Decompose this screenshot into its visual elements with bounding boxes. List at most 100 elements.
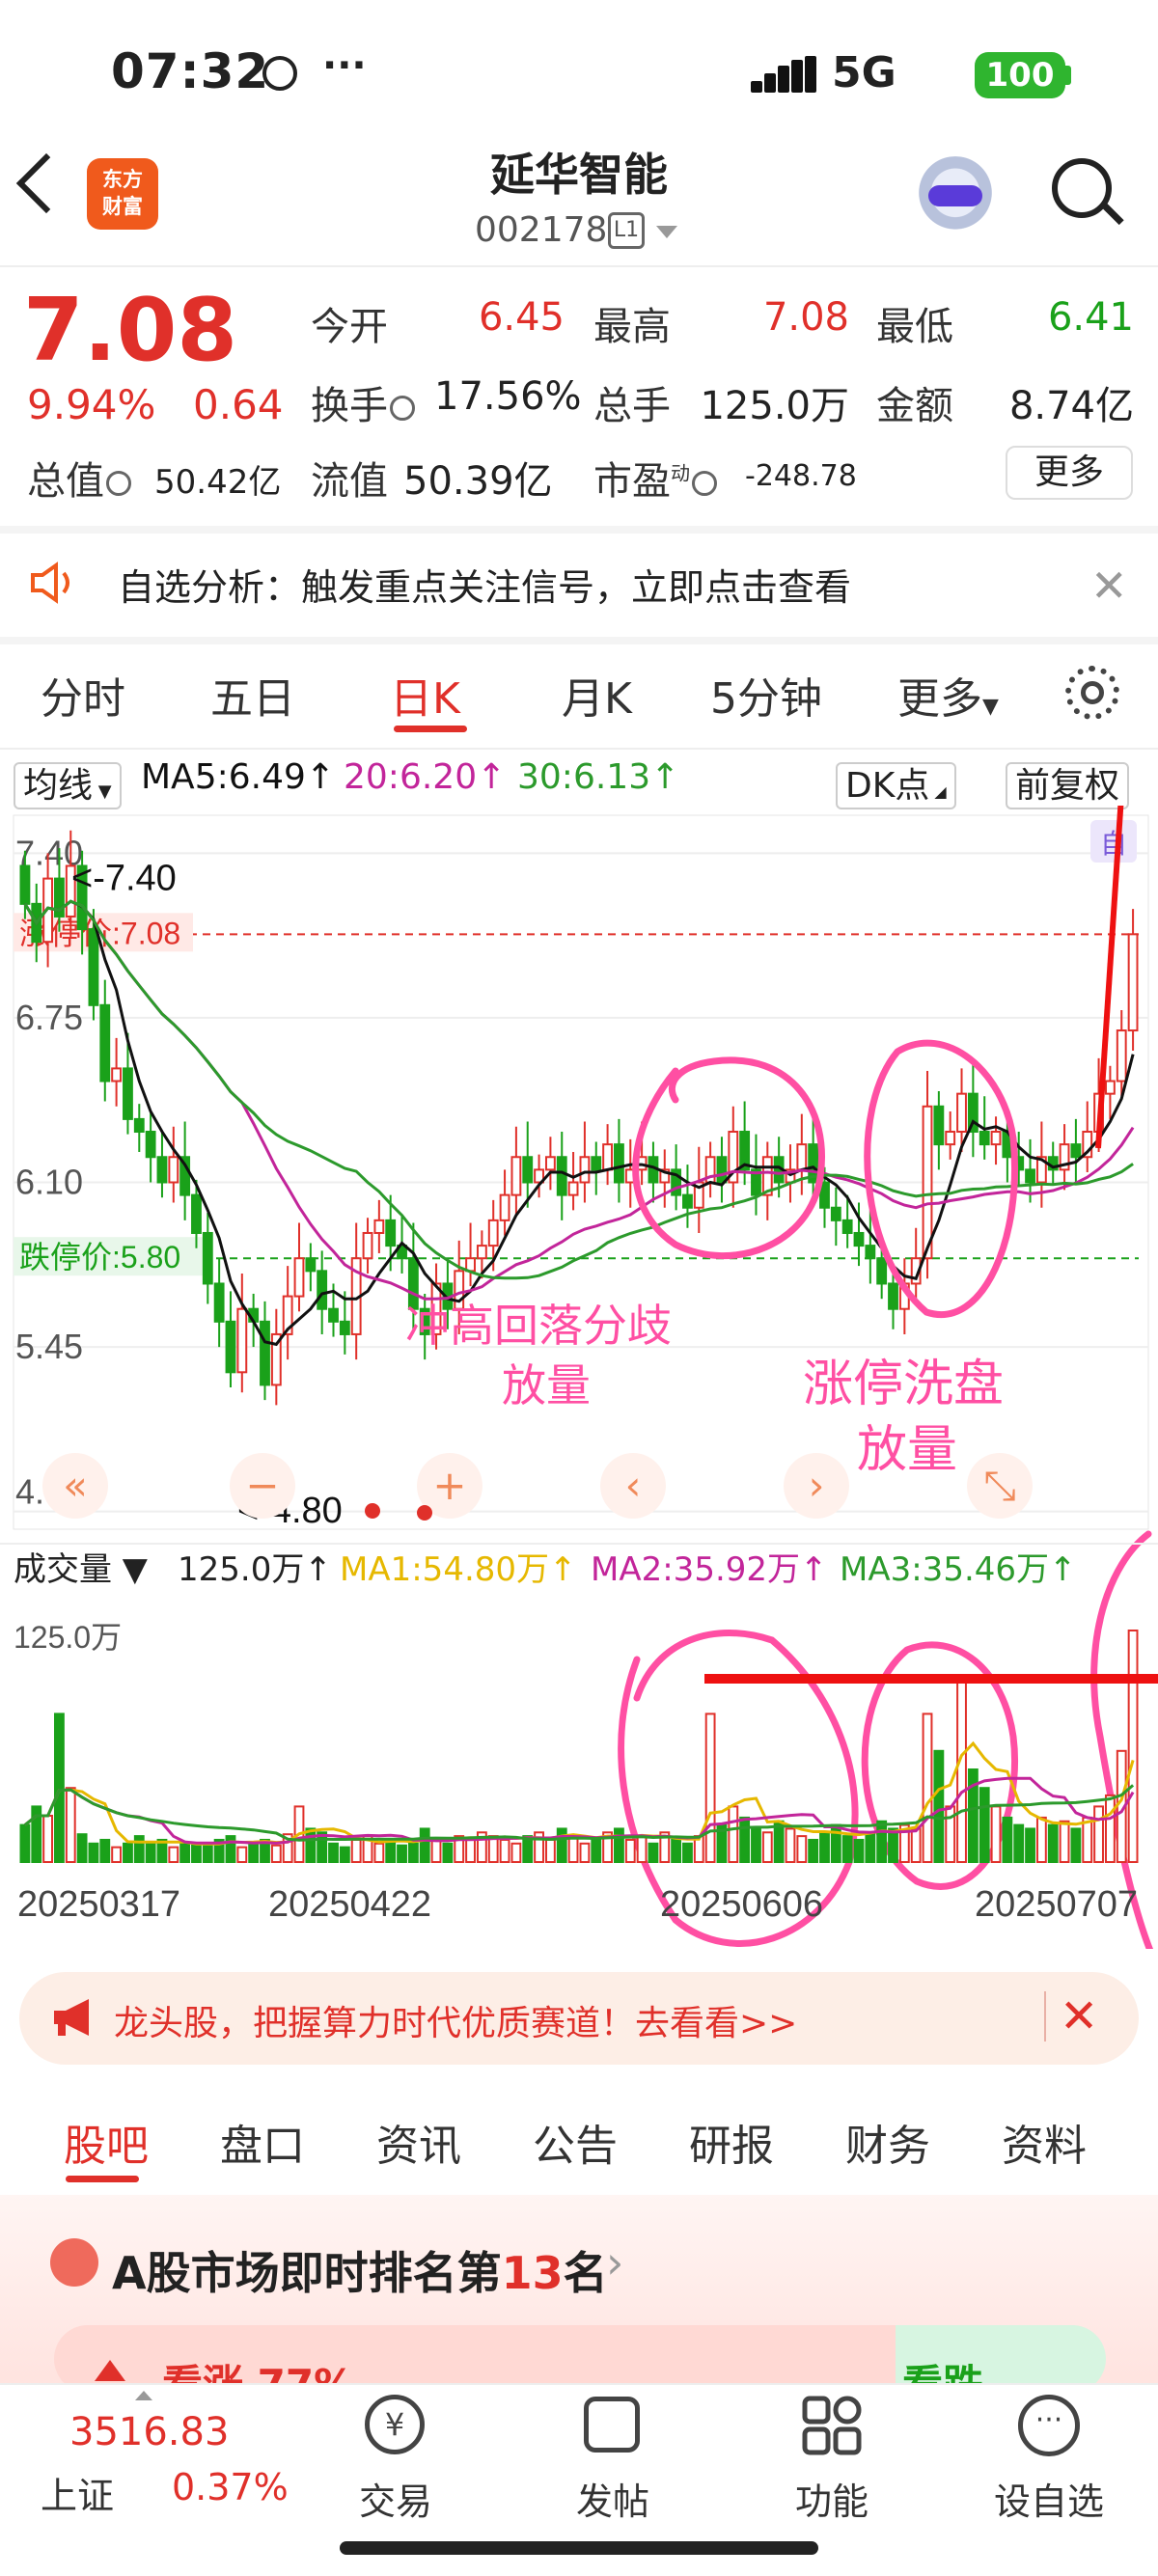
- caret-up-icon: [135, 2391, 152, 2400]
- promo-text[interactable]: 龙头股，把握算力时代优质赛道！去看看>>: [114, 1995, 797, 2045]
- nav-post[interactable]: 发帖: [536, 2472, 690, 2525]
- close-icon[interactable]: ✕: [1090, 560, 1128, 612]
- more-quote-button[interactable]: 更多: [1006, 446, 1133, 500]
- tab-five-day[interactable]: 五日: [210, 664, 295, 726]
- nav-trade[interactable]: 交易: [318, 2472, 473, 2525]
- info-icon[interactable]: [390, 396, 415, 421]
- tab-finance[interactable]: 财务: [845, 2111, 930, 2173]
- close-icon[interactable]: ✕: [1060, 1989, 1098, 2043]
- volume-bar: [350, 1838, 362, 1863]
- dk-point-toggle[interactable]: DK点 ◢: [836, 757, 956, 809]
- volume-bar: [614, 1827, 624, 1863]
- trade-icon[interactable]: ¥: [365, 2395, 425, 2454]
- tab-more[interactable]: 更多▼: [897, 664, 999, 726]
- back-icon[interactable]: [15, 152, 77, 214]
- tab-monthly[interactable]: 月K: [562, 664, 632, 726]
- zoom-out-icon[interactable]: −: [245, 1462, 279, 1509]
- volume-bar: [728, 1805, 739, 1864]
- tab-intraday[interactable]: 分时: [41, 664, 125, 726]
- candle-body: [602, 1143, 614, 1171]
- annotation-1-line1: 冲高回落分歧: [405, 1300, 672, 1352]
- volume-bar: [751, 1827, 761, 1863]
- volume-bar: [111, 1846, 123, 1864]
- nav-functions[interactable]: 功能: [755, 2472, 909, 2525]
- candle-body: [213, 1282, 225, 1323]
- info-icon[interactable]: [106, 471, 131, 496]
- tab-guba[interactable]: 股吧: [64, 2111, 149, 2173]
- vol-ma2: MA2:35.92万↑: [591, 1550, 828, 1589]
- active-tab-indicator: [394, 726, 467, 732]
- volume-bar: [933, 1749, 945, 1864]
- dot-marker: [365, 1503, 380, 1519]
- volume-bar: [1047, 1823, 1059, 1863]
- candle-body: [499, 1193, 510, 1221]
- grid-icon[interactable]: [801, 2395, 863, 2456]
- alert-text[interactable]: 自选分析：触发重点关注信号，立即点击查看: [118, 558, 851, 611]
- candle-body: [830, 1206, 841, 1221]
- candle-body: [373, 1219, 385, 1234]
- candle-body: [156, 1156, 168, 1184]
- zoom-in-icon[interactable]: +: [432, 1462, 466, 1509]
- volume-bar: [270, 1844, 282, 1863]
- candle-body: [876, 1257, 888, 1285]
- kline-chart[interactable]: 7.406.756.105.454.80涨停价:7.08跌停价:5.80<-7.…: [0, 806, 1158, 1949]
- prev-icon[interactable]: ‹: [625, 1462, 642, 1509]
- tab-profile[interactable]: 资料: [1002, 2111, 1087, 2173]
- tab-announcements[interactable]: 公告: [533, 2111, 618, 2173]
- candle-body: [510, 1156, 522, 1196]
- tab-orderbook[interactable]: 盘口: [220, 2111, 305, 2173]
- candle-body: [236, 1307, 248, 1374]
- fullscreen-icon[interactable]: ⤡: [983, 1462, 1016, 1509]
- current-price: 7.08: [23, 280, 238, 381]
- pe-label: 市盈动: [593, 450, 717, 506]
- tab-research[interactable]: 研报: [689, 2111, 774, 2173]
- next-icon[interactable]: ›: [809, 1462, 825, 1509]
- edit-icon[interactable]: [584, 2397, 640, 2453]
- info-icon[interactable]: [692, 471, 717, 496]
- tab-news[interactable]: 资讯: [376, 2111, 461, 2173]
- chevron-right-icon[interactable]: ›: [606, 2236, 623, 2288]
- volume-bar: [682, 1842, 693, 1864]
- indicator-selector[interactable]: 均线 ▼: [14, 757, 122, 809]
- candle-body: [796, 1143, 808, 1171]
- candle-body: [956, 1092, 967, 1134]
- chevron-down-icon[interactable]: [656, 226, 677, 238]
- volume-bar: [567, 1835, 579, 1863]
- battery-indicator: 100: [975, 52, 1065, 98]
- tab-5min[interactable]: 5分钟: [710, 664, 822, 726]
- dk-box[interactable]: DK点 ◢: [836, 762, 956, 809]
- level-badge[interactable]: L1: [608, 212, 645, 249]
- divider: [0, 265, 1158, 267]
- dot-marker: [417, 1505, 432, 1521]
- adjust-toggle[interactable]: 前复权: [1006, 757, 1130, 809]
- candle-body: [317, 1270, 328, 1310]
- turnover-label-text: 换手: [311, 384, 388, 428]
- nav-add-watchlist[interactable]: 设自选: [972, 2472, 1126, 2525]
- candle-body: [19, 864, 31, 905]
- volume-bar: [419, 1827, 430, 1863]
- volume-label: 总手: [593, 384, 671, 428]
- tab-daily[interactable]: 日K: [390, 664, 460, 726]
- index-change[interactable]: 0.37%: [172, 2466, 289, 2508]
- candle-body: [522, 1156, 534, 1184]
- index-name[interactable]: 上证: [41, 2466, 114, 2519]
- volume-bar: [133, 1835, 145, 1863]
- adjust-label[interactable]: 前复权: [1006, 762, 1130, 809]
- stock-code[interactable]: 002178: [475, 210, 607, 250]
- brand-logo[interactable]: 东方 财富: [87, 158, 158, 230]
- home-indicator: [340, 2541, 818, 2555]
- rank-text[interactable]: A股市场即时排名第13名: [112, 2238, 608, 2302]
- volume-bar: [236, 1846, 248, 1864]
- candle-body: [591, 1156, 602, 1171]
- more-icon[interactable]: ···: [1018, 2395, 1080, 2456]
- candle-body: [293, 1257, 305, 1298]
- candle-body: [933, 1105, 945, 1146]
- arrow-up-icon: [95, 2360, 125, 2381]
- open-value: 6.45: [478, 295, 565, 340]
- scroll-left-icon[interactable]: «: [63, 1462, 88, 1509]
- stock-name: 延华智能: [490, 149, 668, 201]
- indicator-type[interactable]: 均线 ▼: [14, 762, 122, 809]
- volume-bar: [761, 1831, 773, 1864]
- index-value[interactable]: 3516.83: [69, 2410, 229, 2454]
- candle-body: [1070, 1143, 1082, 1159]
